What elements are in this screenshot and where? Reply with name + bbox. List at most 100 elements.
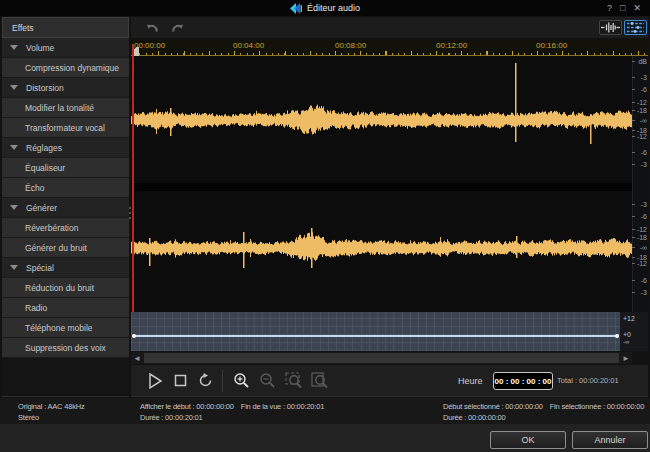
effect-label: Radio: [25, 303, 47, 313]
db-scale-label: -6: [632, 149, 647, 156]
dialog-button-bar: OK Annuler: [0, 424, 650, 452]
effect-label: Transformateur vocal: [25, 123, 105, 133]
time-label: Heure: [458, 376, 483, 386]
effect-label: Équaliseur: [25, 163, 65, 173]
total-duration: Total : 00:00:20:01: [557, 376, 619, 385]
timeline-ruler[interactable]: 00:00:0000:04:0000:08:0000:12:0000:16:00: [131, 39, 648, 56]
zoom-in-button[interactable]: [233, 372, 250, 389]
effect-category-g-n-rer[interactable]: Générer: [2, 198, 129, 218]
help-button[interactable]: ?: [607, 3, 612, 13]
effect-item-r-verb-ration[interactable]: Réverbération: [2, 218, 129, 238]
db-scale-label: -18: [632, 234, 647, 241]
collapse-triangle-icon[interactable]: [10, 45, 18, 50]
play-button[interactable]: [147, 372, 163, 390]
effect-item--qualiseur[interactable]: Équaliseur: [2, 158, 129, 178]
effect-item-t-l-phone-mobile[interactable]: Téléphone mobile: [2, 318, 129, 338]
waveform-right-channel[interactable]: [131, 191, 632, 312]
effect-category-r-glages[interactable]: Réglages: [2, 138, 129, 158]
effect-label: Écho: [25, 183, 44, 193]
status-sel-duration: Durée : 00:00:00:00: [443, 412, 644, 423]
effect-label: Distorsion: [26, 83, 64, 93]
envelope-grid[interactable]: [131, 312, 620, 351]
status-view-start: Afficher le début : 00:00:00:00: [140, 402, 234, 411]
zoom-out-button[interactable]: [259, 372, 276, 389]
time-display[interactable]: 00 : 00 : 00 : 00: [493, 372, 553, 390]
effect-category-volume[interactable]: Volume: [2, 38, 129, 58]
mixer-view-icon: [627, 22, 644, 33]
effect-item-radio[interactable]: Radio: [2, 298, 129, 318]
status-view-end: Fin de la vue : 00:00:20:01: [241, 402, 324, 411]
mixer-view-button[interactable]: [624, 20, 647, 35]
effect-item-suppression-des-voix[interactable]: Suppression des voix: [2, 338, 129, 358]
db-scale-label: -6: [632, 86, 647, 93]
effect-category-sp-cial[interactable]: Spécial: [2, 258, 129, 278]
effect-item-modifier-la-tonalit-[interactable]: Modifier la tonalité: [2, 98, 129, 118]
loop-button[interactable]: [198, 373, 213, 388]
cancel-button[interactable]: Annuler: [572, 431, 648, 449]
scrollbar-thumb[interactable]: [144, 353, 619, 363]
waveform-panel[interactable]: dB -3-6-12-18-∞-18-12-6-3-3-6-12-18-∞-18…: [131, 56, 648, 312]
effect-label: Suppression des voix: [25, 343, 106, 353]
horizontal-scrollbar[interactable]: ◄ ►: [131, 352, 632, 364]
channel-divider: [131, 183, 632, 191]
scroll-left-arrow[interactable]: ◄: [131, 352, 143, 364]
effects-panel: Effets Volume Compression dynamique Distor…: [2, 17, 129, 397]
status-original: Original : AAC 48kHz: [18, 401, 84, 412]
effect-label: Téléphone mobile: [25, 323, 93, 333]
effect-label: Générer du bruit: [25, 243, 87, 253]
effect-item--cho[interactable]: Écho: [2, 178, 129, 198]
close-button[interactable]: ✕: [633, 3, 641, 13]
status-channels: Stéréo: [18, 412, 84, 423]
maximize-button[interactable]: □: [620, 3, 625, 13]
app-logo-icon: [290, 3, 303, 14]
waveform-left-channel[interactable]: [131, 56, 632, 183]
window-title: Éditeur audio: [307, 3, 360, 13]
collapse-triangle-icon[interactable]: [10, 85, 18, 90]
envelope-label-min: -∞: [623, 339, 629, 345]
effect-label: Modifier la tonalité: [25, 103, 94, 113]
effect-item-compression-dynamique[interactable]: Compression dynamique: [2, 58, 129, 78]
status-sel-end: Fin sélectionnée : 00:00:00:00: [550, 402, 645, 411]
title-bar: Éditeur audio ? □ ✕: [0, 0, 650, 16]
envelope-keyframe-start[interactable]: [132, 334, 136, 338]
toolbar: [131, 17, 648, 38]
effect-item-transformateur-vocal[interactable]: Transformateur vocal: [2, 118, 129, 138]
envelope-label-zero: +0: [623, 331, 631, 338]
effect-item-g-n-rer-du-bruit[interactable]: Générer du bruit: [2, 238, 129, 258]
effect-label: Réglages: [26, 143, 62, 153]
volume-envelope-strip[interactable]: +12 +0 -∞: [131, 312, 648, 351]
effect-label: Réduction du bruit: [25, 283, 94, 293]
collapse-triangle-icon[interactable]: [10, 145, 18, 150]
effect-label: Spécial: [26, 263, 54, 273]
status-sel-start: Début sélectionné : 00:00:00:00: [443, 402, 543, 411]
effect-label: Volume: [26, 43, 54, 53]
envelope-keyframe-end[interactable]: [615, 334, 619, 338]
transport-separator: [222, 370, 223, 392]
envelope-label-max: +12: [623, 315, 635, 322]
db-scale-label: -3: [632, 161, 647, 168]
undo-icon[interactable]: [145, 22, 159, 34]
ruler-ticks: [131, 49, 648, 56]
db-scale-label: -12: [632, 133, 647, 140]
effect-label: Générer: [26, 203, 57, 213]
waveform-view-button[interactable]: [599, 20, 622, 35]
envelope-line[interactable]: [132, 335, 619, 337]
audio-editor-window: Éditeur audio ? □ ✕ Effets Volume Compres…: [0, 0, 650, 452]
zoom-selection-button[interactable]: [285, 372, 303, 389]
db-scale-label: -12: [632, 226, 647, 233]
redo-icon[interactable]: [171, 22, 185, 34]
db-scale-label: -18: [632, 107, 647, 114]
collapse-triangle-icon[interactable]: [10, 265, 18, 270]
effect-category-distorsion[interactable]: Distorsion: [2, 78, 129, 98]
playhead[interactable]: [132, 44, 134, 312]
zoom-fit-button[interactable]: [311, 372, 329, 389]
effects-panel-header: Effets: [2, 17, 129, 38]
collapse-triangle-icon[interactable]: [10, 205, 18, 210]
ok-button[interactable]: OK: [490, 431, 566, 449]
transport-bar: Heure 00 : 00 : 00 : 00 Total : 00:00:20…: [131, 365, 648, 397]
db-scale-label: -6: [632, 277, 647, 284]
stop-button[interactable]: [174, 374, 187, 387]
effect-item-r-duction-du-bruit[interactable]: Réduction du bruit: [2, 278, 129, 298]
scroll-right-arrow[interactable]: ►: [620, 352, 632, 364]
db-scale-label: -12: [632, 99, 647, 106]
